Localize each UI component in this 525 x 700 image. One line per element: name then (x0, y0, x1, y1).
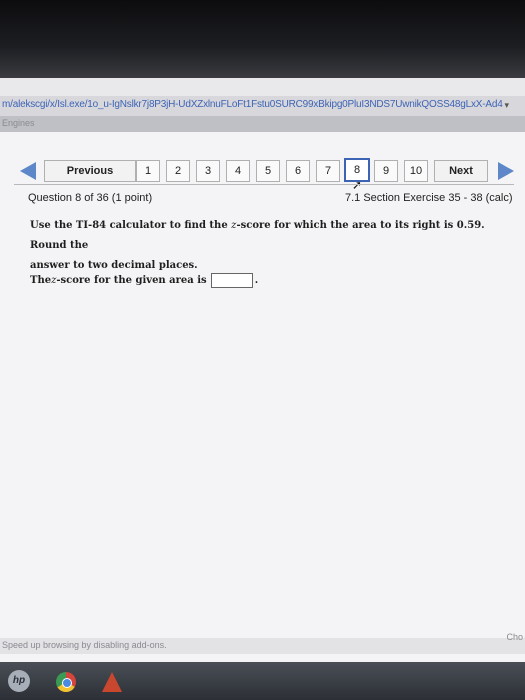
tab-ghost-label: Engines (2, 118, 35, 128)
question-number-9[interactable]: 9 (374, 160, 398, 182)
left-arrow-icon[interactable] (20, 162, 36, 180)
answer-prompt-b: -score for the given area is (56, 275, 207, 286)
right-arrow-icon[interactable] (498, 162, 514, 180)
url-dropdown-icon[interactable]: ▾ (504, 100, 509, 111)
question-number-3[interactable]: 3 (196, 160, 220, 182)
status-message[interactable]: Speed up browsing by disabling add-ons. (2, 640, 167, 650)
answer-line: The z -score for the given area is . (30, 273, 258, 288)
question-number-5[interactable]: 5 (256, 160, 280, 182)
next-button[interactable]: Next (434, 160, 488, 182)
choose-button[interactable]: Cho (506, 632, 523, 642)
header-divider (14, 184, 514, 185)
previous-button[interactable]: Previous (44, 160, 136, 182)
answer-input[interactable] (210, 273, 253, 288)
question-position: Question 8 of 36 (1 point) (28, 192, 153, 204)
question-number-7[interactable]: 7 (316, 160, 340, 182)
url-text[interactable]: m/alekscgi/x/Isl.exe/1o_u-IgNslkr7j8P3jH… (2, 99, 503, 110)
browser-status-bar: Speed up browsing by disabling add-ons. … (0, 632, 525, 654)
section-label: 7.1 Section Exercise 35 - 38 (calc) (345, 192, 513, 204)
question-page: Previous 1 2 3 4 5 6 7 8 9 10 Next ➚ Que… (0, 132, 525, 678)
cursor-icon: ➚ (352, 178, 363, 192)
chrome-icon[interactable] (56, 672, 76, 692)
question-number-1[interactable]: 1 (136, 160, 160, 182)
question-number-4[interactable]: 4 (226, 160, 250, 182)
question-number-2[interactable]: 2 (166, 160, 190, 182)
hp-logo-icon[interactable]: hp (8, 670, 30, 692)
answer-prompt-a: The (30, 275, 52, 286)
question-number-6[interactable]: 6 (286, 160, 310, 182)
browser-window: m/alekscgi/x/Isl.exe/1o_u-IgNslkr7j8P3jH… (0, 78, 525, 678)
instruction-text-a: Use the TI-84 calculator to find the (30, 220, 232, 231)
question-instructions: Use the TI-84 calculator to find the z-s… (30, 216, 500, 276)
answer-period: . (254, 275, 259, 286)
taskbar (0, 662, 525, 700)
address-bar[interactable]: m/alekscgi/x/Isl.exe/1o_u-IgNslkr7j8P3jH… (0, 96, 525, 117)
monitor-bezel (0, 0, 525, 78)
tab-strip: Engines (0, 116, 525, 132)
question-number-10[interactable]: 10 (404, 160, 428, 182)
instruction-text-c: answer to two decimal places. (30, 260, 198, 271)
question-navigation: Previous 1 2 3 4 5 6 7 8 9 10 Next ➚ (14, 158, 514, 192)
